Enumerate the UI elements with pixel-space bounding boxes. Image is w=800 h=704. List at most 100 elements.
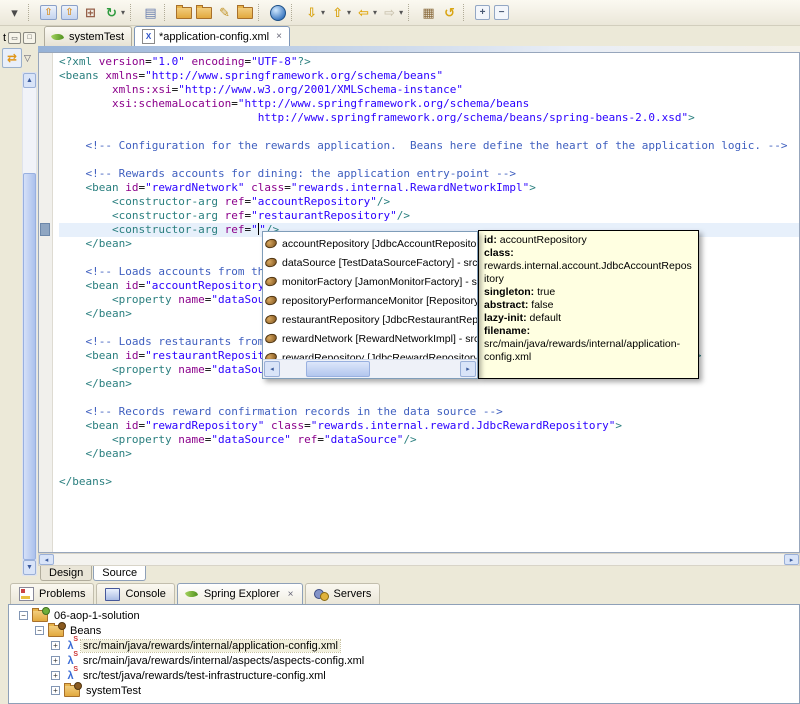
expand-icon[interactable]: + [51,686,60,695]
synchronize-button[interactable]: ↺ [439,2,460,24]
tree-item-label: systemTest [86,684,142,697]
view-tab-console[interactable]: Console [96,583,175,604]
code-line[interactable]: <property name="dataSource" ref="dataSou… [59,433,799,447]
tree-row[interactable]: + src/main/java/rewards/internal/applicat… [9,636,799,653]
mark-occurrences-button[interactable]: ✎ [214,2,235,24]
maximize-view-button[interactable]: □ [23,31,37,44]
collapsed-view-tab[interactable]: t [3,32,6,44]
page-tab-design[interactable]: Design [40,566,93,581]
scroll-up-icon[interactable]: ▲ [23,73,36,88]
link-with-editor-icon[interactable]: ⇄ [2,48,22,68]
tree-row[interactable]: + src/main/java/rewards/internal/aspects/… [9,651,799,668]
code-line[interactable]: http://www.springframework.org/schema/be… [59,111,799,125]
code-line[interactable]: <constructor-arg ref="restaurantReposito… [59,209,799,223]
external-tools-button[interactable]: ▦ [418,2,439,24]
tooltip-field: id: accountRepository [484,234,587,246]
forward-button[interactable]: ⇨ ▾ [379,2,405,24]
scroll-right-icon[interactable]: ▸ [460,361,476,377]
code-token: "rewards.internal.reward.JdbcRewardRepos… [310,419,616,432]
editor-tab-systemTest[interactable]: systemTest [44,26,133,46]
code-line[interactable] [59,391,799,405]
code-line[interactable]: <bean id="rewardNetwork" class="rewards.… [59,181,799,195]
code-token: </bean> [85,307,132,320]
code-line[interactable]: xsi:schemaLocation="http://www.springfra… [59,97,799,111]
toolbar-separator [291,4,297,21]
scrollbar-track[interactable] [54,554,784,565]
close-icon[interactable]: × [276,31,282,42]
spring-config-icon [64,666,78,682]
code-line[interactable]: </bean> [59,447,799,461]
new-wizard-icon: ⇧ [40,5,57,20]
code-line[interactable]: </bean> [59,377,799,391]
new-wizard-button[interactable]: ⇧ [38,2,59,24]
view-tab-servers[interactable]: Servers [304,583,381,604]
completion-item[interactable]: restaurantRepository [JdbcRestaurantRepo… [263,310,477,329]
code-line[interactable]: <constructor-arg ref="accountRepository"… [59,195,799,209]
scrollbar-track[interactable] [280,361,460,377]
completion-item[interactable]: dataSource [TestDataSourceFactory] - src… [263,253,477,272]
open-resource-button[interactable] [235,2,255,24]
go-into-button[interactable]: ⇧ ▾ [327,2,353,24]
code-token: id [125,419,139,432]
scrollbar-thumb[interactable] [23,173,36,560]
web-browser-button[interactable] [268,2,288,24]
scroll-left-icon[interactable]: ◂ [264,361,280,377]
last-edit-location-button[interactable]: ⇩ ▾ [301,2,327,24]
scroll-left-icon[interactable]: ◂ [39,554,54,565]
minimize-view-button[interactable]: ▭ [8,31,22,44]
code-line[interactable]: <!-- Records reward confirmation records… [59,405,799,419]
tree-row[interactable]: + systemTest [9,681,799,698]
export-wizard-icon [196,4,213,19]
back-button[interactable]: ⇦ ▾ [353,2,379,24]
completion-item[interactable]: accountRepository [JdbcAccountRepository… [263,234,477,253]
tree-row[interactable]: − 06-aop-1-solution [9,606,799,623]
collapse-icon[interactable]: − [35,626,44,635]
code-line[interactable]: <!-- Rewards accounts for dining: the ap… [59,167,799,181]
completion-item[interactable]: rewardRepository [JdbcRewardRepository] … [263,348,477,359]
close-icon[interactable]: × [288,589,294,600]
view-menu-icon[interactable]: ▽ [24,53,31,64]
completion-item[interactable]: repositoryPerformanceMonitor [Repository… [263,291,477,310]
tree-row[interactable]: + src/test/java/rewards/test-infrastructu… [9,666,799,683]
export-wizard-button[interactable] [194,2,214,24]
code-line[interactable] [59,461,799,475]
scrollbar-thumb[interactable] [306,361,370,377]
page-tab-source[interactable]: Source [93,566,147,581]
view-tab-problems[interactable]: Problems [10,583,95,604]
collapse-icon[interactable]: − [19,611,28,620]
code-line[interactable] [59,125,799,139]
main-toolbar: ▾ ⇧ ⇧ ⊞ ↻ ▾ ▤ ✎ ⇩ ▾ ⇧ ▾ ⇦ ▾ ⇨ ▾ ▦ ↺ + − [0,0,800,26]
code-line[interactable]: <?xml version="1.0" encoding="UTF-8"?> [59,55,799,69]
open-log-button[interactable]: ▤ [140,2,161,24]
scroll-right-icon[interactable]: ▸ [784,554,799,565]
left-vertical-scrollbar: ▲ ▼ [22,72,37,576]
refresh-button[interactable]: ↻ ▾ [101,2,127,24]
expand-icon[interactable]: + [51,671,60,680]
completion-item[interactable]: rewardNetwork [RewardNetworkImpl] - src/… [263,329,477,348]
code-line[interactable]: <beans xmlns="http://www.springframework… [59,69,799,83]
view-tab-spring-explorer[interactable]: Spring Explorer × [176,583,303,604]
expand-icon[interactable]: + [51,641,60,650]
editor-tab--application-config-xml[interactable]: *application-config.xml × [134,26,290,46]
completion-item[interactable]: monitorFactory [JamonMonitorFactory] - s… [263,272,477,291]
tooltip-field: lazy-init: default [484,312,562,324]
expand-icon[interactable]: + [51,656,60,665]
collapse-all-button[interactable]: − [492,2,511,24]
view-toolbar: ⇄ ▽ [0,47,38,69]
new-wizard-alt-button[interactable]: ⇧ [59,2,80,24]
import-wizard-button[interactable] [174,2,194,24]
code-line[interactable]: <bean id="rewardRepository" class="rewar… [59,419,799,433]
scroll-down-icon[interactable]: ▼ [23,560,36,575]
code-line[interactable]: </beans> [59,475,799,489]
code-line[interactable]: <!-- Configuration for the rewards appli… [59,139,799,153]
code-line[interactable]: xmlns:xsi="http://www.w3.org/2001/XMLSch… [59,83,799,97]
expand-all-button[interactable]: + [473,2,492,24]
code-line[interactable] [59,153,799,167]
annotation-ruler[interactable] [39,53,53,552]
overflow-chevron-button[interactable]: ▾ [4,2,25,24]
scrollbar-track[interactable] [23,88,36,560]
tree-row[interactable]: − Beans [9,621,799,638]
new-package-button[interactable]: ⊞ [80,2,101,24]
